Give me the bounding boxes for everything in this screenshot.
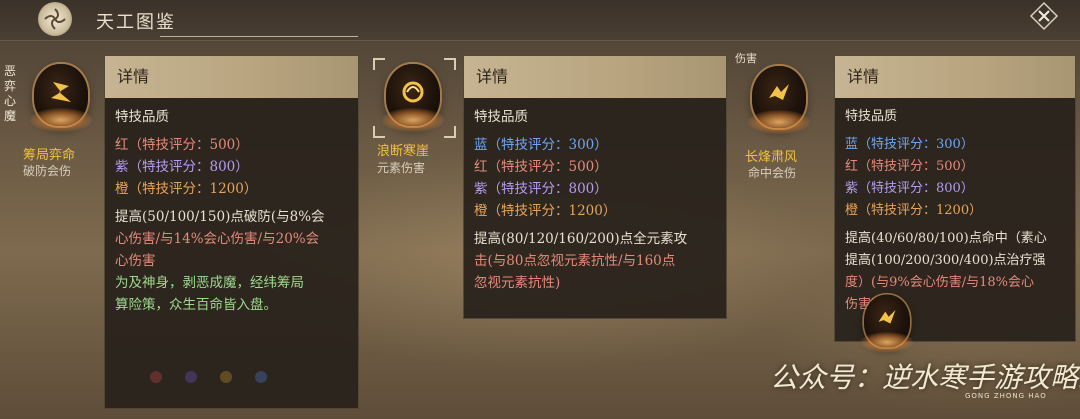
skill-name: 筹局弈命 bbox=[23, 148, 76, 163]
effect-line: 心伤害/与14%会心伤害/与20%会 bbox=[115, 231, 320, 247]
tier-red: 红（特技评分：500） bbox=[474, 159, 608, 175]
frame-corner bbox=[444, 126, 456, 138]
frame-corner bbox=[373, 58, 385, 70]
title-underline bbox=[160, 36, 358, 37]
tier-purple: 紫（特技评分：800） bbox=[845, 181, 974, 196]
detail-panel-1: 详情 特技品质 红（特技评分：500） 紫（特技评分：800） 橙（特技评分：1… bbox=[104, 55, 359, 409]
flavor-line: 算险策，众生百命皆入盘。 bbox=[115, 297, 277, 313]
top-tag: 伤害 bbox=[735, 52, 757, 65]
watermark: 公众号：逆水寒手游攻略组 bbox=[770, 361, 1080, 394]
tier-orange: 橙（特技评分：1200） bbox=[115, 181, 258, 197]
page-title: 天工图鉴 bbox=[96, 12, 176, 33]
skill-subtitle: 破防会伤 bbox=[23, 164, 72, 178]
effect-line: 提高(40/60/80/100)点命中（素心 bbox=[845, 231, 1047, 246]
skill-name: 浪断寒崖 bbox=[377, 144, 430, 159]
effect-line: 击(与80点忽视元素抗性/与160点 bbox=[474, 253, 676, 269]
skill-orb-icon bbox=[748, 66, 810, 134]
close-button[interactable] bbox=[1028, 0, 1060, 32]
effect-line: 提高(100/200/300/400)点治疗强 bbox=[845, 253, 1046, 268]
vertical-label: 恶弈心魔 bbox=[4, 64, 17, 123]
tier-blue: 蓝（特技评分：300） bbox=[474, 137, 608, 153]
skill-orb-icon bbox=[382, 64, 444, 132]
tier-orange: 橙（特技评分：1200） bbox=[474, 203, 617, 219]
gem-icon bbox=[220, 371, 233, 383]
gem-icon bbox=[150, 371, 162, 383]
title-bar: 天工图鉴 bbox=[0, 0, 1080, 41]
tier-red: 红（特技评分：500） bbox=[845, 159, 974, 174]
skill-orb-icon bbox=[860, 294, 914, 353]
tier-blue: 蓝（特技评分：300） bbox=[845, 137, 974, 152]
skill-orb-icon bbox=[30, 64, 92, 132]
effect-line: 提高(80/120/160/200)点全元素攻 bbox=[474, 231, 688, 247]
frame-corner bbox=[444, 58, 456, 70]
watermark-sub: GONG ZHONG HAO bbox=[965, 392, 1047, 400]
quality-label: 特技品质 bbox=[474, 109, 528, 125]
gem-icon bbox=[255, 371, 268, 383]
gem-icon bbox=[185, 371, 198, 383]
frame-corner bbox=[373, 126, 385, 138]
effect-line: 提高(50/100/150)点破防(与8%会 bbox=[115, 209, 325, 225]
swirl-logo-icon bbox=[38, 2, 72, 36]
quality-label: 特技品质 bbox=[115, 109, 169, 125]
tier-orange: 橙（特技评分：1200） bbox=[845, 203, 983, 218]
tier-purple: 紫（特技评分：800） bbox=[474, 181, 608, 197]
quality-label: 特技品质 bbox=[845, 109, 898, 124]
skill-subtitle: 命中会伤 bbox=[748, 166, 797, 180]
detail-panel-2: 详情 特技品质 蓝（特技评分：300） 红（特技评分：500） 紫（特技评分：8… bbox=[463, 55, 727, 319]
skill-subtitle: 元素伤害 bbox=[377, 161, 426, 175]
effect-line: 度）(与9%会心伤害/与18%会心 bbox=[845, 275, 1034, 290]
flavor-line: 为及神身，剥恶成魔，经纬筹局 bbox=[115, 275, 304, 291]
panel-heading: 详情 bbox=[835, 56, 1075, 98]
effect-line: 忽视元素抗性) bbox=[474, 275, 561, 291]
tier-purple: 紫（特技评分：800） bbox=[115, 159, 249, 175]
gem-row bbox=[150, 368, 285, 387]
close-icon bbox=[1029, 1, 1059, 31]
panel-heading: 详情 bbox=[464, 56, 726, 98]
tier-red: 红（特技评分：500） bbox=[115, 137, 249, 153]
detail-panel-3: 详情 特技品质 蓝（特技评分：300） 红（特技评分：500） 紫（特技评分：8… bbox=[834, 55, 1076, 342]
panel-heading: 详情 bbox=[105, 56, 358, 98]
effect-line: 心伤害 bbox=[115, 253, 156, 269]
skill-name: 长烽肃风 bbox=[745, 150, 798, 165]
